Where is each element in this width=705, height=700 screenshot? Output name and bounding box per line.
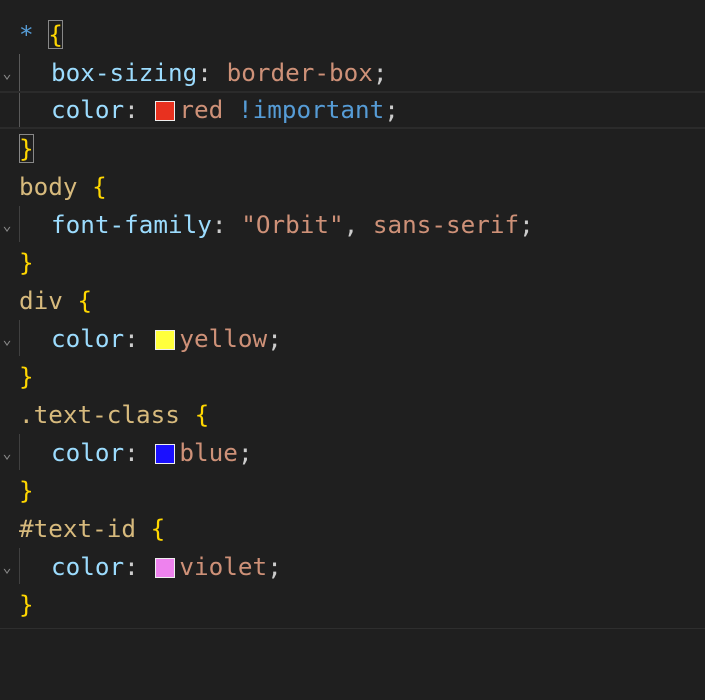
code-line[interactable]: ⌄ body { <box>0 168 705 234</box>
colon: : <box>124 95 139 124</box>
code-line[interactable]: } <box>0 472 705 510</box>
semicolon: ; <box>267 324 282 353</box>
semicolon: ; <box>267 552 282 581</box>
colon: : <box>211 210 227 239</box>
color-swatch[interactable] <box>155 558 176 578</box>
code-line[interactable]: ⌄ .text-class { <box>0 396 705 462</box>
selector: #text-id <box>19 514 137 543</box>
comma: , <box>343 210 359 239</box>
code-line[interactable]: color: violet; <box>0 548 705 586</box>
code-line-active[interactable]: color: red !important; <box>0 91 705 129</box>
code-line[interactable]: } <box>0 130 705 168</box>
selector: * <box>19 20 34 49</box>
important-keyword: !important <box>237 95 385 124</box>
divider <box>0 628 705 629</box>
colon: : <box>124 438 139 467</box>
color-swatch[interactable] <box>155 444 176 464</box>
code-line[interactable]: ⌄ * { <box>0 16 705 82</box>
color-swatch[interactable] <box>155 101 176 121</box>
selector: .text-class <box>19 400 180 429</box>
code-editor[interactable]: ⌄ * { box-sizing: border-box; color: red… <box>0 0 705 641</box>
code-line[interactable]: } <box>0 244 705 282</box>
semicolon: ; <box>372 58 388 87</box>
code-line[interactable]: color: yellow; <box>0 320 705 358</box>
colon: : <box>124 552 139 581</box>
property-name: color <box>51 438 125 467</box>
open-brace: { <box>150 514 166 543</box>
code-line[interactable]: } <box>0 586 705 624</box>
selector: div <box>19 286 63 315</box>
property-value: border-box <box>226 58 373 87</box>
open-brace: { <box>92 172 107 201</box>
code-line[interactable]: font-family: "Orbit", sans-serif; <box>0 206 705 244</box>
semicolon: ; <box>519 210 534 239</box>
property-name: font-family <box>51 210 212 239</box>
close-brace: } <box>19 476 34 505</box>
open-brace: { <box>48 20 63 49</box>
colon: : <box>124 324 139 353</box>
property-value: "Orbit" <box>241 210 344 239</box>
property-name: color <box>51 324 125 353</box>
colon: : <box>197 58 212 87</box>
open-brace: { <box>77 286 93 315</box>
code-line[interactable]: } <box>0 358 705 396</box>
code-line[interactable]: box-sizing: border-box; <box>0 54 705 92</box>
color-swatch[interactable] <box>155 330 176 350</box>
property-name: color <box>51 95 125 124</box>
close-brace: } <box>19 590 34 619</box>
property-value: yellow <box>179 324 268 353</box>
property-name: color <box>51 552 125 581</box>
property-value: sans-serif <box>372 210 520 239</box>
property-name: box-sizing <box>51 58 198 87</box>
semicolon: ; <box>384 95 399 124</box>
property-value: blue <box>179 438 238 467</box>
semicolon: ; <box>237 438 253 467</box>
property-value: red <box>179 95 224 124</box>
open-brace: { <box>194 400 210 429</box>
close-brace: } <box>19 362 34 391</box>
close-brace: } <box>19 248 34 277</box>
code-line[interactable]: ⌄ div { <box>0 282 705 348</box>
close-brace: } <box>19 134 34 163</box>
code-line[interactable]: color: blue; <box>0 434 705 472</box>
property-value: violet <box>179 552 268 581</box>
selector: body <box>19 172 78 201</box>
code-line[interactable]: ⌄ #text-id { <box>0 510 705 576</box>
